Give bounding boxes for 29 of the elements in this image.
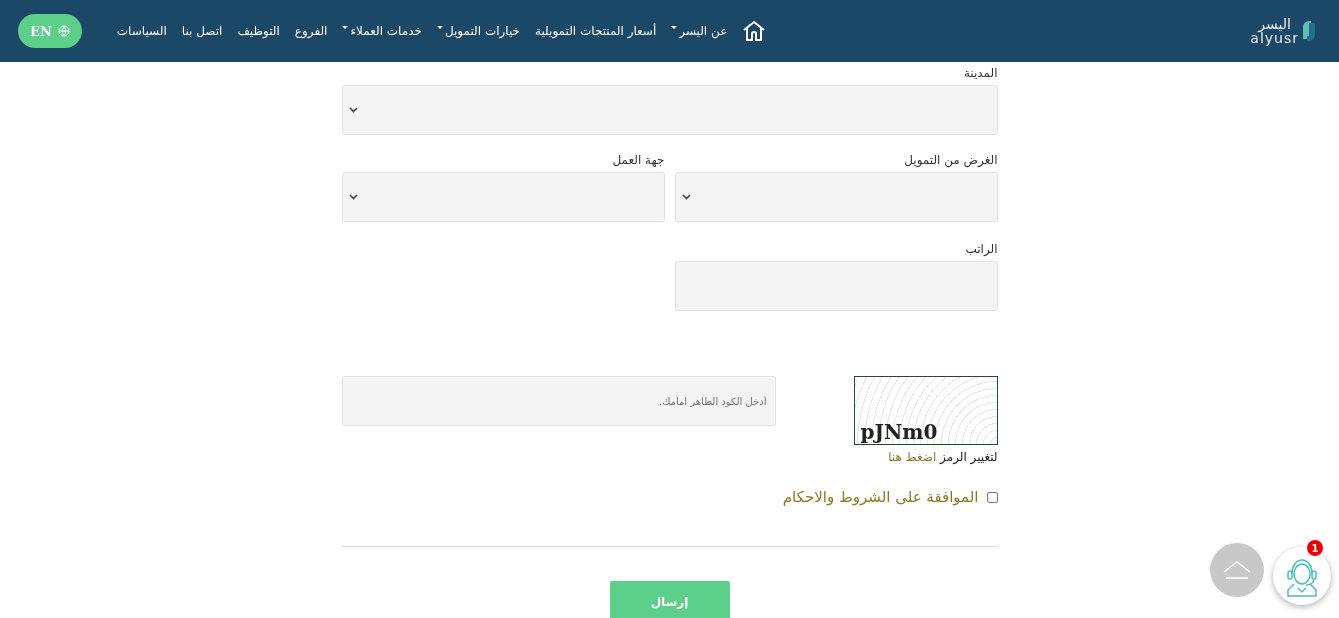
nav-link[interactable]: عن اليسر: [671, 24, 728, 38]
captcha-image: pJNm0: [853, 376, 998, 445]
field-label: الغرض من التمويل: [903, 153, 998, 167]
terms-checkbox[interactable]: [986, 491, 998, 503]
city-select[interactable]: [341, 85, 998, 135]
nav-link[interactable]: التوظيف: [237, 24, 280, 38]
home-icon[interactable]: [742, 20, 767, 42]
change-code-text: لتغيير الرمز اضغط هنا: [887, 450, 998, 464]
nav-link[interactable]: السياسات: [116, 24, 167, 38]
globe-icon: [57, 25, 70, 37]
employer-select[interactable]: [341, 172, 665, 222]
field-label: جهة العمل: [611, 153, 665, 167]
chevron-down-icon: [348, 194, 358, 200]
nav-link[interactable]: خيارات التمويل: [436, 24, 520, 38]
salary-input[interactable]: [674, 261, 998, 311]
nav-link[interactable]: الفروع: [294, 24, 328, 38]
field-label: المدينة: [962, 66, 998, 80]
chevron-down-icon: [681, 194, 691, 200]
purpose-select[interactable]: [674, 172, 998, 222]
field-label: الراتب: [964, 242, 998, 256]
terms-label: الموافقة على الشروط والاحكام: [782, 488, 979, 506]
nav-link[interactable]: اتصل بنا: [181, 24, 223, 38]
click-here-link[interactable]: اضغط هنا: [888, 450, 937, 464]
up-arrow-icon: [1222, 560, 1252, 580]
nav-link[interactable]: خدمات العملاء: [342, 24, 422, 38]
nav-link[interactable]: أسعار المنتجات التمويلية: [535, 24, 657, 38]
scroll-to-top-button[interactable]: [1210, 543, 1264, 597]
chevron-down-icon: [348, 107, 358, 113]
notification-badge: 1: [1307, 540, 1323, 556]
